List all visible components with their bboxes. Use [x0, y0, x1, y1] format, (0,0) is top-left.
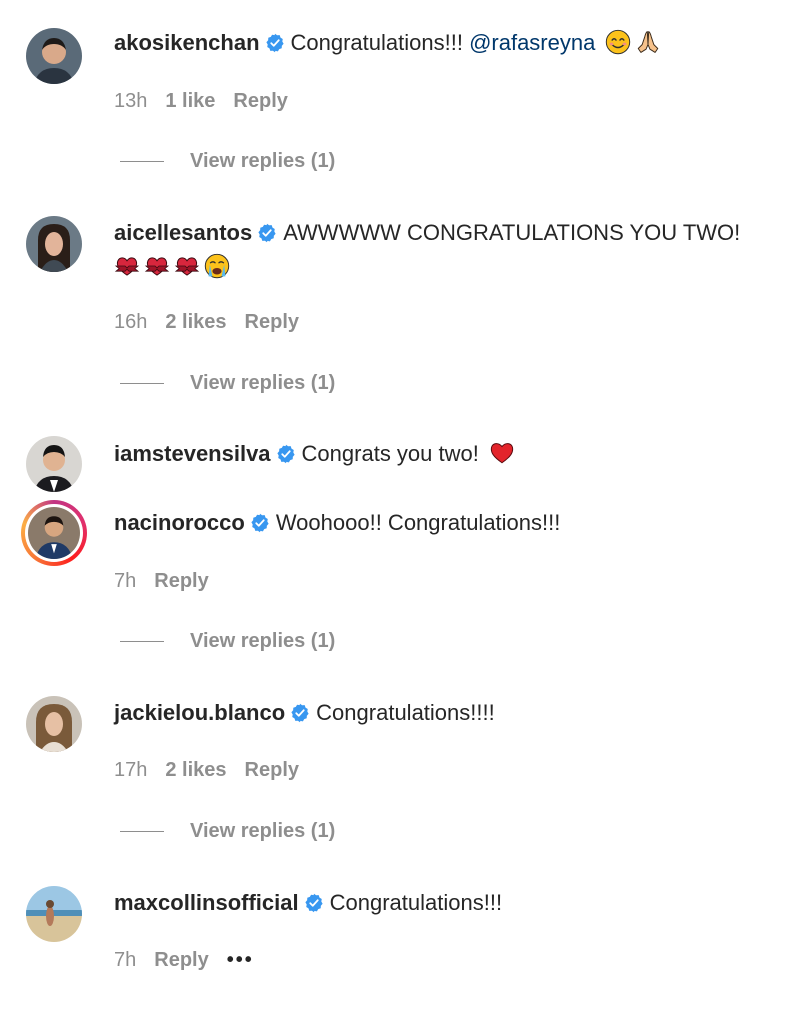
view-replies-button[interactable]: View replies (1) [120, 626, 335, 656]
smiling-face-emoji-icon [605, 29, 631, 55]
heart-with-ribbon-emoji-icon [174, 253, 200, 279]
comment-text: Congratulations!!!! [316, 700, 495, 725]
likes-count[interactable]: 2 likes [165, 759, 226, 781]
verified-badge-icon [265, 33, 285, 53]
username[interactable]: jackielou.blanco [114, 700, 285, 725]
view-replies-button[interactable]: View replies (1) [120, 146, 335, 176]
comment-text: Congratulations!!! [329, 890, 503, 915]
more-options-button[interactable]: ••• [227, 949, 254, 971]
avatar[interactable] [26, 436, 82, 492]
divider [120, 831, 164, 833]
comment-text: Woohooo!! Congratulations!!! [275, 510, 561, 535]
divider [120, 161, 164, 163]
red-heart-emoji-icon [489, 440, 515, 466]
username[interactable]: akosikenchan [114, 30, 260, 55]
timestamp: 16h [114, 311, 148, 333]
comment-line: jackielou.blanco Congratulations!!!! [114, 696, 780, 730]
comment-text: Congratulations!!! [290, 30, 470, 55]
comment-text: AWWWWW CONGRATULATIONS YOU TWO! [283, 220, 741, 245]
heart-with-ribbon-emoji-icon [114, 253, 140, 279]
comment-meta: 7h Reply [114, 566, 227, 596]
comment-text: Congrats you two! [301, 441, 479, 466]
verified-badge-icon [290, 703, 310, 723]
comment-line: nacinorocco Woohooo!! Congratulations!!! [114, 506, 780, 540]
avatar[interactable] [26, 886, 82, 942]
view-replies-label: View replies (1) [190, 372, 336, 394]
comment-line: maxcollinsofficial Congratulations!!! [114, 886, 780, 920]
username[interactable]: iamstevensilva [114, 441, 271, 466]
avatar[interactable] [26, 28, 82, 84]
comment-line: iamstevensilva Congrats you two! [114, 437, 780, 471]
verified-badge-icon [304, 893, 324, 913]
username[interactable]: aicellesantos [114, 220, 252, 245]
comment-line: aicellesantos AWWWWW CONGRATULATIONS YOU … [114, 216, 780, 250]
comment-line: akosikenchan Congratulations!!! @rafasrey… [114, 26, 780, 60]
view-replies-label: View replies (1) [190, 820, 336, 842]
mention-link[interactable]: @rafasreyna [469, 30, 595, 55]
verified-badge-icon [257, 223, 277, 243]
avatar-with-story-ring[interactable] [21, 500, 87, 566]
reply-button[interactable]: Reply [245, 759, 299, 781]
comment-emoji-line [114, 250, 780, 284]
reply-button[interactable]: Reply [154, 570, 208, 592]
avatar-ring-gap [25, 504, 83, 562]
likes-count[interactable]: 2 likes [165, 311, 226, 333]
divider [120, 383, 164, 385]
timestamp: 7h [114, 570, 137, 592]
verified-badge-icon [250, 513, 270, 533]
folded-hands-emoji-icon [635, 29, 661, 55]
view-replies-label: View replies (1) [190, 630, 336, 652]
verified-badge-icon [276, 444, 296, 464]
view-replies-button[interactable]: View replies (1) [120, 368, 335, 398]
username[interactable]: maxcollinsofficial [114, 890, 299, 915]
reply-button[interactable]: Reply [245, 311, 299, 333]
reply-button[interactable]: Reply [233, 90, 287, 112]
timestamp: 13h [114, 90, 148, 112]
view-replies-label: View replies (1) [190, 150, 336, 172]
timestamp: 17h [114, 759, 148, 781]
likes-count[interactable]: 1 like [165, 90, 215, 112]
comment-meta: 13h 1 like Reply [114, 86, 306, 116]
avatar[interactable] [26, 216, 82, 272]
heart-with-ribbon-emoji-icon [144, 253, 170, 279]
reply-button[interactable]: Reply [154, 949, 208, 971]
loudly-crying-face-emoji-icon [204, 253, 230, 279]
comment-meta: 16h 2 likes Reply [114, 307, 317, 337]
timestamp: 7h [114, 949, 137, 971]
avatar[interactable] [26, 696, 82, 752]
divider [120, 641, 164, 643]
view-replies-button[interactable]: View replies (1) [120, 816, 335, 846]
comment-meta: 7h Reply ••• [114, 945, 272, 975]
username[interactable]: nacinorocco [114, 510, 245, 535]
comment-meta: 17h 2 likes Reply [114, 755, 317, 785]
